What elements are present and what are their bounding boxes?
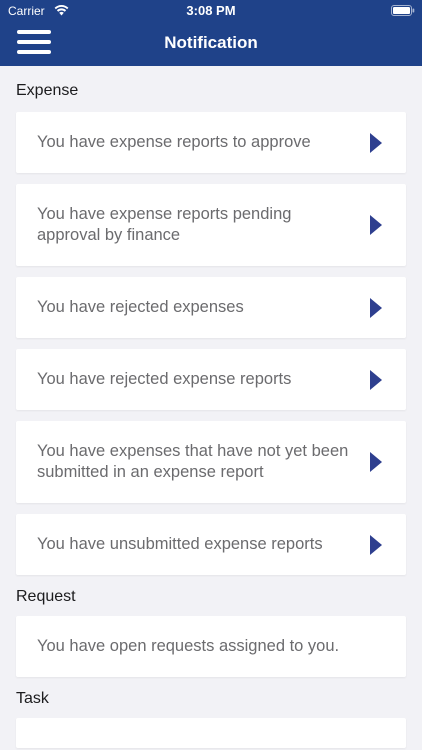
notification-item-expense-reports-to-approve[interactable]: You have expense reports to approve xyxy=(16,112,406,173)
notification-item-unsubmitted-expense-reports[interactable]: You have unsubmitted expense reports xyxy=(16,514,406,575)
status-time: 3:08 PM xyxy=(186,3,236,18)
notification-item-rejected-expense-reports[interactable]: You have rejected expense reports xyxy=(16,349,406,410)
status-bar: Carrier 3:08 PM xyxy=(0,0,422,22)
chevron-right-icon xyxy=(370,215,382,235)
page-title: Notification xyxy=(164,33,258,52)
task-notification-card[interactable] xyxy=(16,718,406,748)
notification-label: You have unsubmitted expense reports xyxy=(37,535,323,553)
navigation-bar: Carrier 3:08 PM Notification xyxy=(0,0,422,66)
notification-item-open-requests[interactable]: You have open requests assigned to you. xyxy=(16,616,406,677)
chevron-right-icon xyxy=(370,369,382,390)
notification-label: You have expenses that have not yet been… xyxy=(37,442,349,481)
chevron-right-icon xyxy=(370,132,382,153)
notification-label: You have rejected expense reports xyxy=(37,370,292,388)
section-header-expense: Expense xyxy=(16,82,79,99)
battery-icon xyxy=(391,5,415,16)
notification-item-expenses-not-submitted[interactable]: You have expenses that have not yet been… xyxy=(16,421,406,503)
chevron-right-icon xyxy=(370,452,382,472)
notification-item-pending-finance-approval[interactable]: You have expense reports pending approva… xyxy=(16,184,406,266)
notification-label: You have open requests assigned to you. xyxy=(37,637,340,655)
notification-label: You have expense reports to approve xyxy=(37,133,311,151)
notification-label: You have rejected expenses xyxy=(37,298,244,316)
section-header-request: Request xyxy=(16,588,76,605)
chevron-right-icon xyxy=(370,297,382,318)
chevron-right-icon xyxy=(370,534,382,555)
section-header-task: Task xyxy=(16,690,49,707)
notification-list[interactable]: Expense You have expense reports to appr… xyxy=(0,66,422,750)
notification-item-rejected-expenses[interactable]: You have rejected expenses xyxy=(16,277,406,338)
notification-label: You have expense reports pending approva… xyxy=(37,205,292,244)
